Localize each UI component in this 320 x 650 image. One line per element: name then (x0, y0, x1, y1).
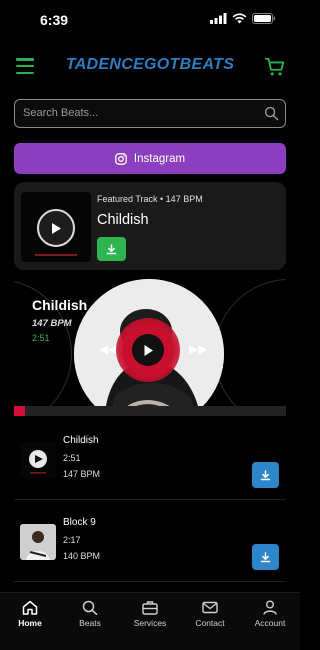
featured-meta: Featured Track • 147 BPM (97, 194, 203, 204)
briefcase-icon (142, 601, 158, 615)
featured-title: Childish (97, 212, 149, 228)
instagram-button[interactable]: Instagram (14, 143, 286, 174)
player-play-button[interactable] (116, 318, 180, 382)
search-box (14, 99, 286, 128)
player-bpm: 147 BPM (32, 318, 72, 329)
instagram-icon (115, 152, 127, 165)
search-icon[interactable] (264, 106, 279, 121)
download-icon (260, 469, 271, 480)
signal-icon (210, 13, 227, 24)
nav-beats-label: Beats (79, 618, 101, 628)
now-playing-player: Childish 147 BPM 2:51 ◀◀ ▶▶ (14, 276, 286, 416)
progress-fill (14, 406, 25, 416)
cart-icon[interactable] (264, 56, 286, 78)
track-thumbnail (20, 524, 56, 560)
nav-services[interactable]: Services (120, 593, 180, 650)
player-duration: 2:51 (32, 333, 50, 343)
track-bpm: 140 BPM (63, 551, 101, 561)
nav-contact-label: Contact (195, 618, 225, 628)
track-title: Childish (63, 435, 99, 446)
track-bpm: 147 BPM (63, 469, 101, 479)
download-icon (106, 243, 117, 254)
play-icon (144, 344, 153, 356)
previous-track-icon[interactable]: ◀◀ (99, 342, 117, 356)
nav-account[interactable]: Account (240, 593, 300, 650)
track-download-button[interactable] (252, 544, 279, 570)
track-length: 2:51 (63, 453, 81, 463)
search-input[interactable] (23, 100, 259, 126)
status-bar: 6:39 (0, 0, 300, 40)
nav-account-label: Account (254, 618, 286, 628)
track-length: 2:17 (63, 535, 81, 545)
app-logo[interactable]: TADENCEGOTBEATS (0, 56, 300, 74)
featured-download-button[interactable] (97, 237, 126, 261)
play-icon (52, 222, 61, 234)
track-title: Block 9 (63, 517, 96, 528)
app-header: TADENCEGOTBEATS (0, 50, 300, 86)
person-icon (263, 600, 277, 615)
nav-home[interactable]: Home (0, 593, 60, 650)
status-time: 6:39 (40, 12, 69, 28)
home-icon (22, 600, 38, 615)
nav-home-label: Home (18, 618, 42, 628)
player-track-title: Childish (32, 297, 88, 313)
bottom-nav: Home Beats Services Contact Account (0, 592, 300, 650)
instagram-label: Instagram (133, 152, 186, 165)
track-row[interactable]: Childish 2:51 147 BPM (14, 420, 286, 500)
search-icon (82, 600, 98, 615)
featured-play-button[interactable] (37, 209, 75, 247)
progress-bar[interactable] (14, 406, 286, 416)
nav-contact[interactable]: Contact (180, 593, 240, 650)
envelope-icon (202, 601, 218, 614)
track-thumbnail (20, 442, 56, 478)
nav-services-label: Services (133, 618, 167, 628)
nav-beats[interactable]: Beats (60, 593, 120, 650)
track-download-button[interactable] (252, 462, 279, 488)
status-icons (210, 13, 276, 24)
wifi-icon (232, 13, 247, 24)
featured-track-card[interactable]: Featured Track • 147 BPM Childish (14, 182, 286, 270)
featured-cover-art (21, 192, 91, 262)
battery-icon (252, 13, 275, 24)
track-row[interactable]: Block 9 2:17 140 BPM (14, 502, 286, 582)
download-icon (260, 551, 271, 562)
next-track-icon[interactable]: ▶▶ (189, 342, 207, 356)
